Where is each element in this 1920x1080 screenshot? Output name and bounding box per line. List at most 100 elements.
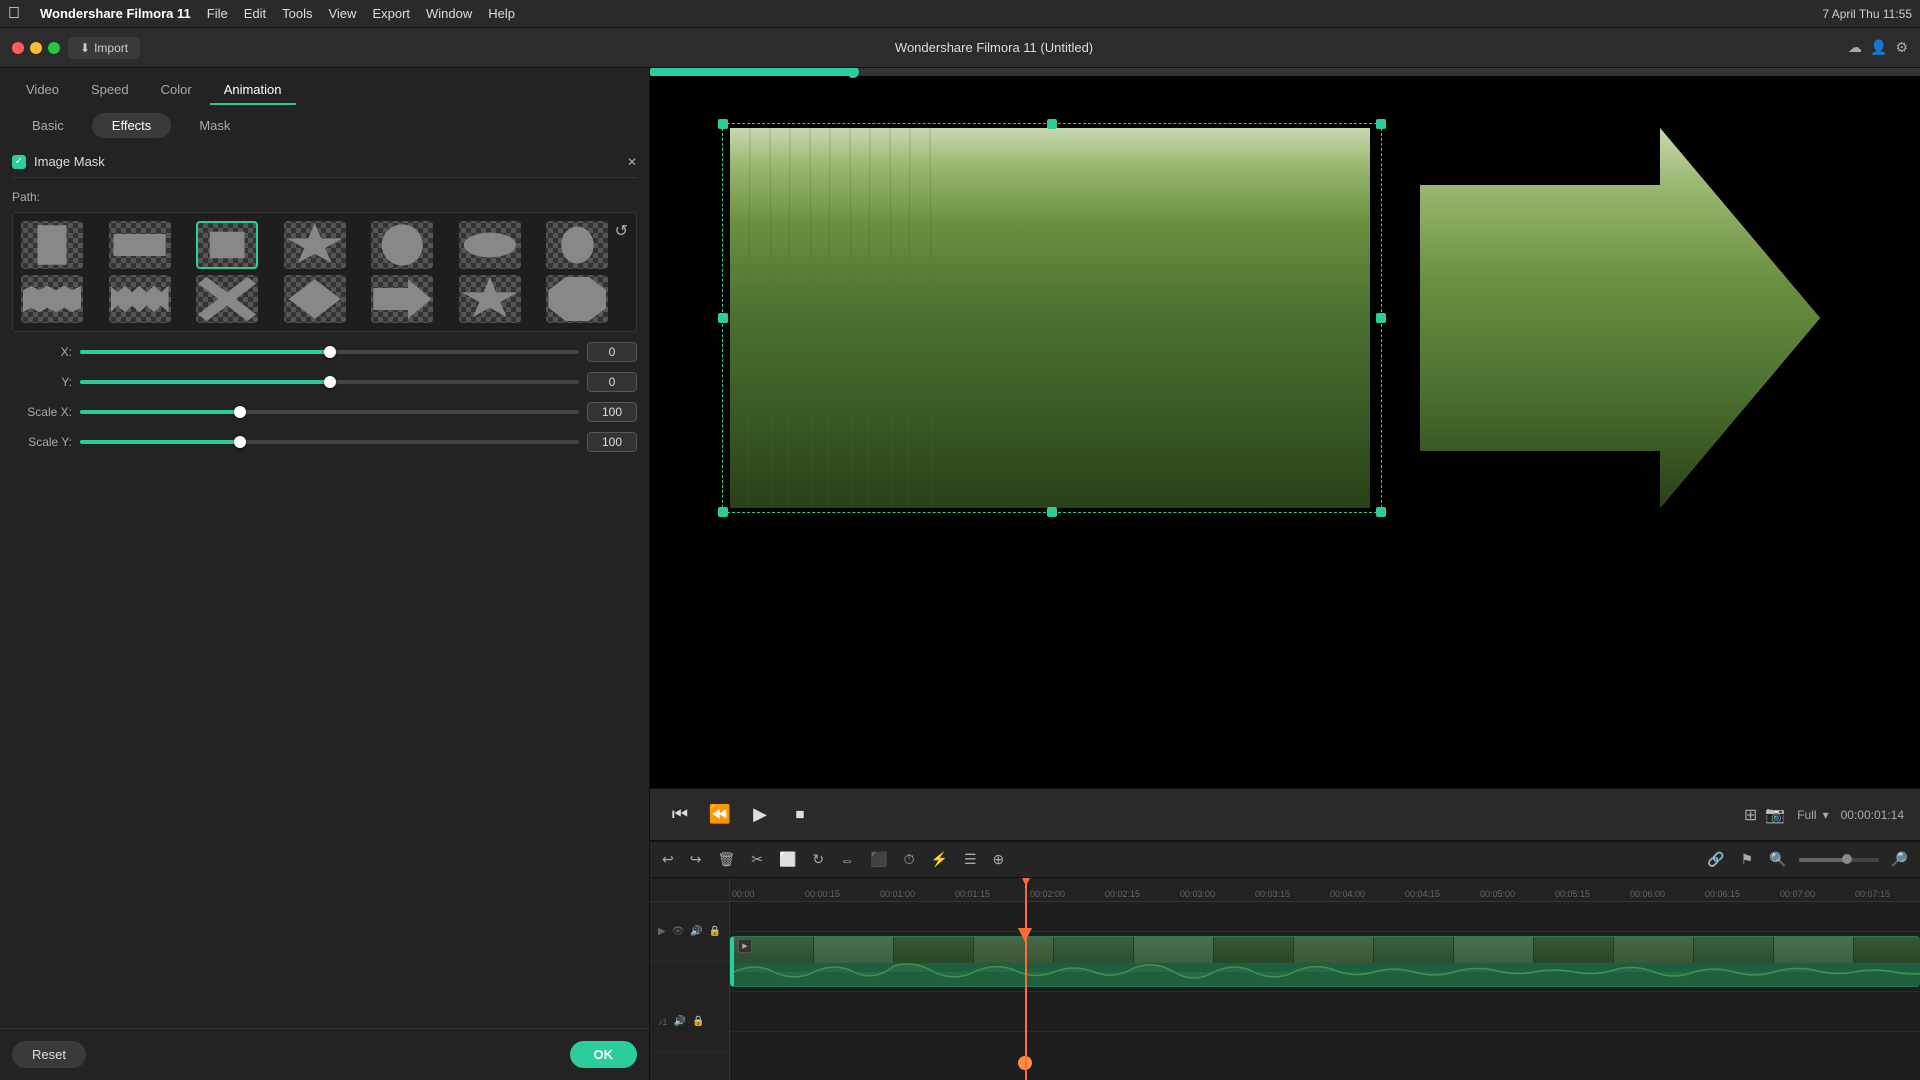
zoom-slider-track[interactable] bbox=[1799, 858, 1879, 862]
subtab-effects[interactable]: Effects bbox=[92, 113, 172, 138]
more-tools-icon[interactable]: ⊕ bbox=[989, 847, 1009, 872]
mask-shape-ellipse-v[interactable] bbox=[546, 221, 608, 269]
menu-tools[interactable]: Tools bbox=[282, 6, 312, 21]
mask-shape-diamond[interactable] bbox=[284, 275, 346, 323]
redo-icon[interactable]: ↪ bbox=[686, 847, 706, 872]
mask-shape-badge[interactable] bbox=[546, 275, 608, 323]
menu-edit[interactable]: Edit bbox=[244, 6, 266, 21]
settings-icon[interactable]: ⚙ bbox=[1895, 39, 1908, 56]
zoom-slider-fill bbox=[1799, 858, 1847, 862]
mask-shape-x[interactable] bbox=[196, 275, 258, 323]
playhead-bottom bbox=[1018, 1056, 1032, 1070]
mask-shape-arrow[interactable] bbox=[371, 275, 433, 323]
zoom-out-icon[interactable]: 🔎 bbox=[1887, 847, 1912, 872]
fullscreen-button[interactable] bbox=[48, 42, 60, 54]
mask-shape-wave2[interactable] bbox=[109, 275, 171, 323]
stop-button[interactable]: ⏹ bbox=[786, 801, 814, 829]
slider-x-label: X: bbox=[12, 345, 72, 359]
rotate-icon[interactable]: ↻ bbox=[808, 847, 828, 872]
slider-y-thumb[interactable] bbox=[324, 376, 336, 388]
slider-x-thumb[interactable] bbox=[324, 346, 336, 358]
audio-track-lock-icon[interactable]: 🔒 bbox=[692, 1016, 704, 1027]
undo-icon[interactable]: ↩ bbox=[658, 847, 678, 872]
menu-help[interactable]: Help bbox=[488, 6, 515, 21]
minimize-button[interactable] bbox=[30, 42, 42, 54]
scrubber-track[interactable] bbox=[650, 68, 1920, 76]
mask-enabled-checkbox[interactable]: ✓ bbox=[12, 155, 26, 169]
crop-icon[interactable]: ⬜ bbox=[775, 847, 800, 872]
mask-section-header: ✓ Image Mask ✕ bbox=[12, 146, 637, 178]
mirror-icon[interactable]: ⬛ bbox=[866, 847, 891, 872]
ruler-mark-13: 00:06:15 bbox=[1705, 889, 1780, 899]
preview-wheat-left bbox=[730, 128, 1370, 508]
tab-color[interactable]: Color bbox=[147, 76, 206, 105]
audio-track-row bbox=[730, 992, 1920, 1032]
menu-file[interactable]: File bbox=[207, 6, 228, 21]
slider-scalex-track[interactable] bbox=[80, 410, 579, 414]
apple-icon[interactable]:  bbox=[8, 5, 20, 23]
screenshot-icon[interactable]: 📷 bbox=[1765, 805, 1785, 825]
mask-shape-star[interactable] bbox=[459, 275, 521, 323]
ruler-mark-9: 00:04:15 bbox=[1405, 889, 1480, 899]
slider-y-track[interactable] bbox=[80, 380, 579, 384]
fit-icon[interactable]: ⊞ bbox=[1744, 805, 1757, 825]
ruler-mark-12: 00:06:00 bbox=[1630, 889, 1705, 899]
mask-shape-circle[interactable] bbox=[371, 221, 433, 269]
preview-area: ⏮ ⏪ ▶ ⏹ ⊞ 📷 Full ▾ 00:00:01:14 bbox=[650, 68, 1920, 840]
slider-scalex-value[interactable]: 100 bbox=[587, 402, 637, 422]
slider-scaley-thumb[interactable] bbox=[234, 436, 246, 448]
video-clip-bar[interactable]: ▶ bbox=[730, 936, 1920, 987]
refresh-button[interactable]: ↺ bbox=[615, 221, 628, 241]
slider-scaley-value[interactable]: 100 bbox=[587, 432, 637, 452]
zoom-in-icon[interactable]: 🔍 bbox=[1765, 847, 1790, 872]
tab-animation[interactable]: Animation bbox=[210, 76, 296, 105]
subtab-mask[interactable]: Mask bbox=[179, 113, 250, 138]
slider-x-track[interactable] bbox=[80, 350, 579, 354]
ruler-mark-1: 00:00:15 bbox=[805, 889, 880, 899]
split-icon[interactable]: ⚡ bbox=[927, 847, 952, 872]
mask-shape-rect-v[interactable] bbox=[21, 221, 83, 269]
tab-speed[interactable]: Speed bbox=[77, 76, 143, 105]
content-area: Video Speed Color Animation Basic Effect… bbox=[0, 68, 1920, 1080]
reset-button[interactable]: Reset bbox=[12, 1041, 86, 1068]
speed-icon[interactable]: ⏱ bbox=[900, 847, 919, 872]
ok-button[interactable]: OK bbox=[570, 1041, 638, 1068]
mask-shape-wave1[interactable] bbox=[21, 275, 83, 323]
video-track-lock-icon[interactable]: 🔒 bbox=[709, 926, 721, 937]
prev-frame-button[interactable]: ⏪ bbox=[706, 801, 734, 829]
slider-x-value[interactable]: 0 bbox=[587, 342, 637, 362]
flip-icon[interactable]: ⇔ bbox=[836, 848, 858, 872]
menu-view[interactable]: View bbox=[328, 6, 356, 21]
account-icon[interactable]: 👤 bbox=[1870, 39, 1887, 56]
cloud-icon[interactable]: ☁ bbox=[1848, 39, 1862, 56]
list-icon[interactable]: ☰ bbox=[960, 847, 981, 872]
zoom-chevron-icon[interactable]: ▾ bbox=[1823, 808, 1829, 822]
slider-y-value[interactable]: 0 bbox=[587, 372, 637, 392]
menu-export[interactable]: Export bbox=[372, 6, 410, 21]
delete-icon[interactable]: 🗑 bbox=[713, 847, 739, 872]
markers-icon[interactable]: ⚑ bbox=[1737, 847, 1758, 872]
subtab-basic[interactable]: Basic bbox=[12, 113, 84, 138]
slider-scaley-track[interactable] bbox=[80, 440, 579, 444]
mask-shape-rect-h[interactable] bbox=[109, 221, 171, 269]
cut-icon[interactable]: ✂ bbox=[747, 847, 767, 872]
wheat-svg bbox=[730, 128, 1370, 508]
snap-icon[interactable]: 🔗 bbox=[1703, 847, 1728, 872]
mask-shape-rect-sq[interactable] bbox=[196, 221, 258, 269]
tab-video[interactable]: Video bbox=[12, 76, 73, 105]
rewind-button[interactable]: ⏮ bbox=[666, 801, 694, 829]
video-track-eye-icon[interactable]: 👁 bbox=[672, 926, 685, 937]
close-button[interactable] bbox=[12, 42, 24, 54]
mask-shape-ellipse-h[interactable] bbox=[459, 221, 521, 269]
zoom-slider-thumb[interactable] bbox=[1842, 854, 1852, 864]
ruler-spacer bbox=[650, 878, 729, 902]
mask-shape-clover[interactable] bbox=[284, 221, 346, 269]
slider-scalex-thumb[interactable] bbox=[234, 406, 246, 418]
audio-track-speaker-icon[interactable]: 🔊 bbox=[674, 1016, 686, 1027]
video-track-mute-icon[interactable]: 🔊 bbox=[690, 926, 702, 937]
menu-window[interactable]: Window bbox=[426, 6, 472, 21]
play-button[interactable]: ▶ bbox=[746, 801, 774, 829]
mask-close-icon[interactable]: ✕ bbox=[627, 155, 637, 169]
zoom-control[interactable]: Full ▾ bbox=[1797, 808, 1828, 822]
import-button[interactable]: ⬇ Import bbox=[68, 37, 140, 59]
